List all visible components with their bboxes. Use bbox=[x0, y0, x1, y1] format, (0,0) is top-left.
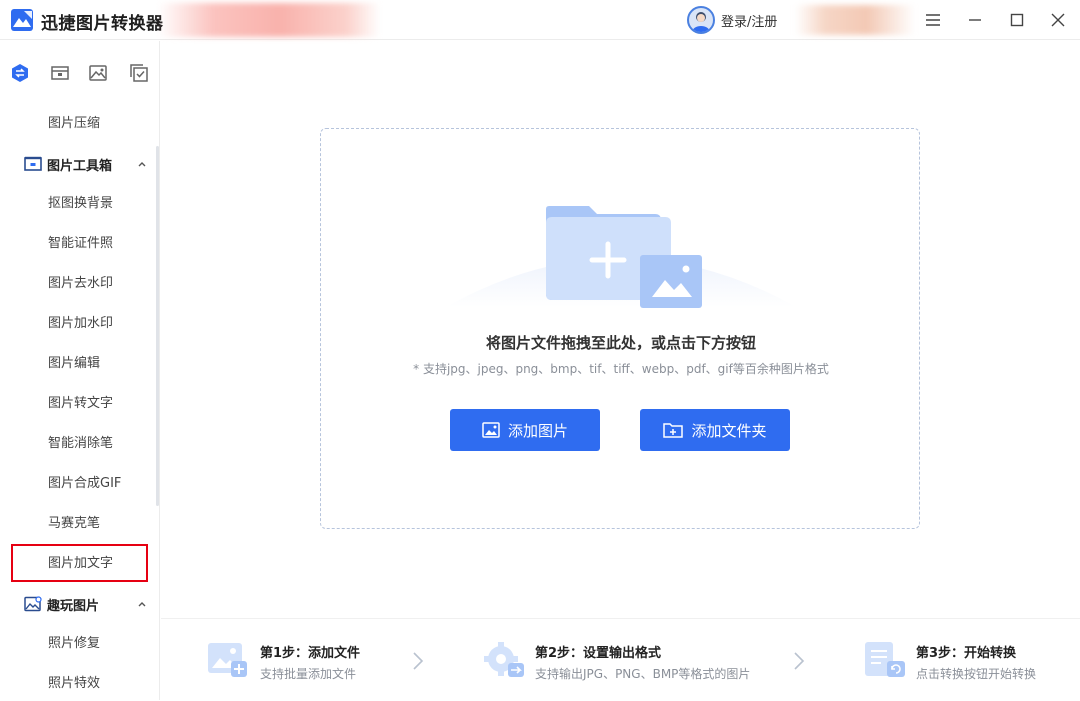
steps-bar: 第1步：添加文件 支持批量添加文件 第2步：设置输出格式 支持输出JPG、PNG… bbox=[161, 618, 1080, 700]
image-icon bbox=[89, 65, 107, 81]
redacted-area bbox=[158, 3, 380, 37]
sidebar-item-add-watermark[interactable]: 图片加水印 bbox=[48, 314, 113, 334]
add-image-label: 添加图片 bbox=[507, 421, 568, 440]
selection-highlight bbox=[11, 544, 148, 582]
tab-toolbox[interactable] bbox=[50, 63, 70, 83]
close-icon bbox=[1051, 13, 1065, 27]
step-2-title: 第2步：设置输出格式 bbox=[535, 646, 662, 661]
sidebar-group-label: 趣玩图片 bbox=[47, 598, 100, 614]
chevron-up-icon[interactable] bbox=[136, 598, 148, 610]
drop-zone[interactable]: 将图片文件拖拽至此处，或点击下方按钮 * 支持jpg、jpeg、png、bmp、… bbox=[320, 128, 920, 529]
tab-batch[interactable] bbox=[129, 63, 149, 83]
sidebar-item-mosaic[interactable]: 马赛克笔 bbox=[48, 514, 100, 534]
sidebar-item-gif-maker[interactable]: 图片合成GIF bbox=[48, 474, 121, 494]
folder-illustration-icon bbox=[446, 206, 796, 308]
fun-image-icon bbox=[24, 596, 42, 612]
sidebar: 图片压缩 图片工具箱 抠图换背景 智能证件照 图片去水印 图片加水印 图片编辑 … bbox=[0, 41, 160, 700]
add-file-icon bbox=[208, 643, 247, 677]
sidebar-item-image-compress[interactable]: 图片压缩 bbox=[48, 114, 100, 134]
sidebar-group-toolbox[interactable]: 图片工具箱 bbox=[24, 154, 112, 174]
add-folder-button[interactable]: 添加文件夹 bbox=[640, 409, 790, 451]
convert-document-icon bbox=[865, 642, 905, 677]
title-bar: 迅捷图片转换器 登录/注册 bbox=[0, 0, 1080, 40]
tab-image[interactable] bbox=[88, 63, 108, 83]
sidebar-group-label: 图片工具箱 bbox=[47, 158, 113, 174]
sidebar-tabs bbox=[0, 41, 159, 105]
add-image-button[interactable]: 添加图片 bbox=[450, 409, 600, 451]
chevron-up-icon[interactable] bbox=[136, 158, 148, 170]
step-1-title: 第1步：添加文件 bbox=[260, 646, 361, 661]
minimize-button[interactable] bbox=[963, 8, 987, 32]
maximize-icon bbox=[1010, 13, 1024, 27]
add-folder-label: 添加文件夹 bbox=[691, 421, 767, 440]
app-title: 迅捷图片转换器 bbox=[41, 14, 164, 34]
settings-gear-icon bbox=[484, 642, 524, 677]
sidebar-item-photo-repair[interactable]: 照片修复 bbox=[48, 634, 100, 654]
sidebar-item-image-to-text[interactable]: 图片转文字 bbox=[48, 394, 113, 414]
add-image-icon bbox=[482, 422, 500, 438]
step-2-desc: 支持输出JPG、PNG、BMP等格式的图片 bbox=[535, 667, 751, 681]
app-logo-icon bbox=[11, 9, 33, 31]
redacted-area bbox=[795, 5, 915, 35]
batch-icon bbox=[130, 64, 148, 82]
sidebar-item-id-photo[interactable]: 智能证件照 bbox=[48, 234, 113, 254]
sidebar-item-image-edit[interactable]: 图片编辑 bbox=[48, 354, 100, 374]
drop-zone-subtitle: * 支持jpg、jpeg、png、bmp、tif、tiff、webp、pdf、g… bbox=[413, 362, 829, 376]
step-1-desc: 支持批量添加文件 bbox=[260, 667, 357, 681]
toolbox-icon bbox=[24, 156, 42, 171]
step-3-desc: 点击转换按钮开始转换 bbox=[916, 667, 1037, 681]
sidebar-item-photo-effects[interactable]: 照片特效 bbox=[48, 674, 100, 694]
tab-convert[interactable] bbox=[10, 63, 30, 83]
chevron-right-icon bbox=[794, 652, 805, 670]
login-label: 登录/注册 bbox=[721, 14, 778, 30]
drop-zone-title: 将图片文件拖拽至此处，或点击下方按钮 bbox=[485, 334, 756, 352]
step-3-title: 第3步：开始转换 bbox=[916, 646, 1017, 661]
sidebar-scrollbar[interactable] bbox=[156, 146, 159, 506]
minimize-icon bbox=[969, 19, 981, 21]
maximize-button[interactable] bbox=[1005, 8, 1029, 32]
toolbox-icon bbox=[51, 66, 69, 80]
login-button[interactable]: 登录/注册 bbox=[687, 6, 777, 34]
close-button[interactable] bbox=[1046, 8, 1070, 32]
menu-button[interactable] bbox=[921, 8, 945, 32]
menu-icon bbox=[926, 14, 940, 26]
convert-icon bbox=[12, 64, 28, 82]
sidebar-item-remove-watermark[interactable]: 图片去水印 bbox=[48, 274, 113, 294]
chevron-right-icon bbox=[413, 652, 424, 670]
sidebar-item-eraser[interactable]: 智能消除笔 bbox=[48, 434, 113, 454]
avatar-icon bbox=[687, 6, 715, 34]
add-folder-icon bbox=[663, 423, 684, 438]
sidebar-item-remove-bg[interactable]: 抠图换背景 bbox=[48, 194, 113, 214]
sidebar-group-fun-images[interactable]: 趣玩图片 bbox=[24, 594, 99, 614]
